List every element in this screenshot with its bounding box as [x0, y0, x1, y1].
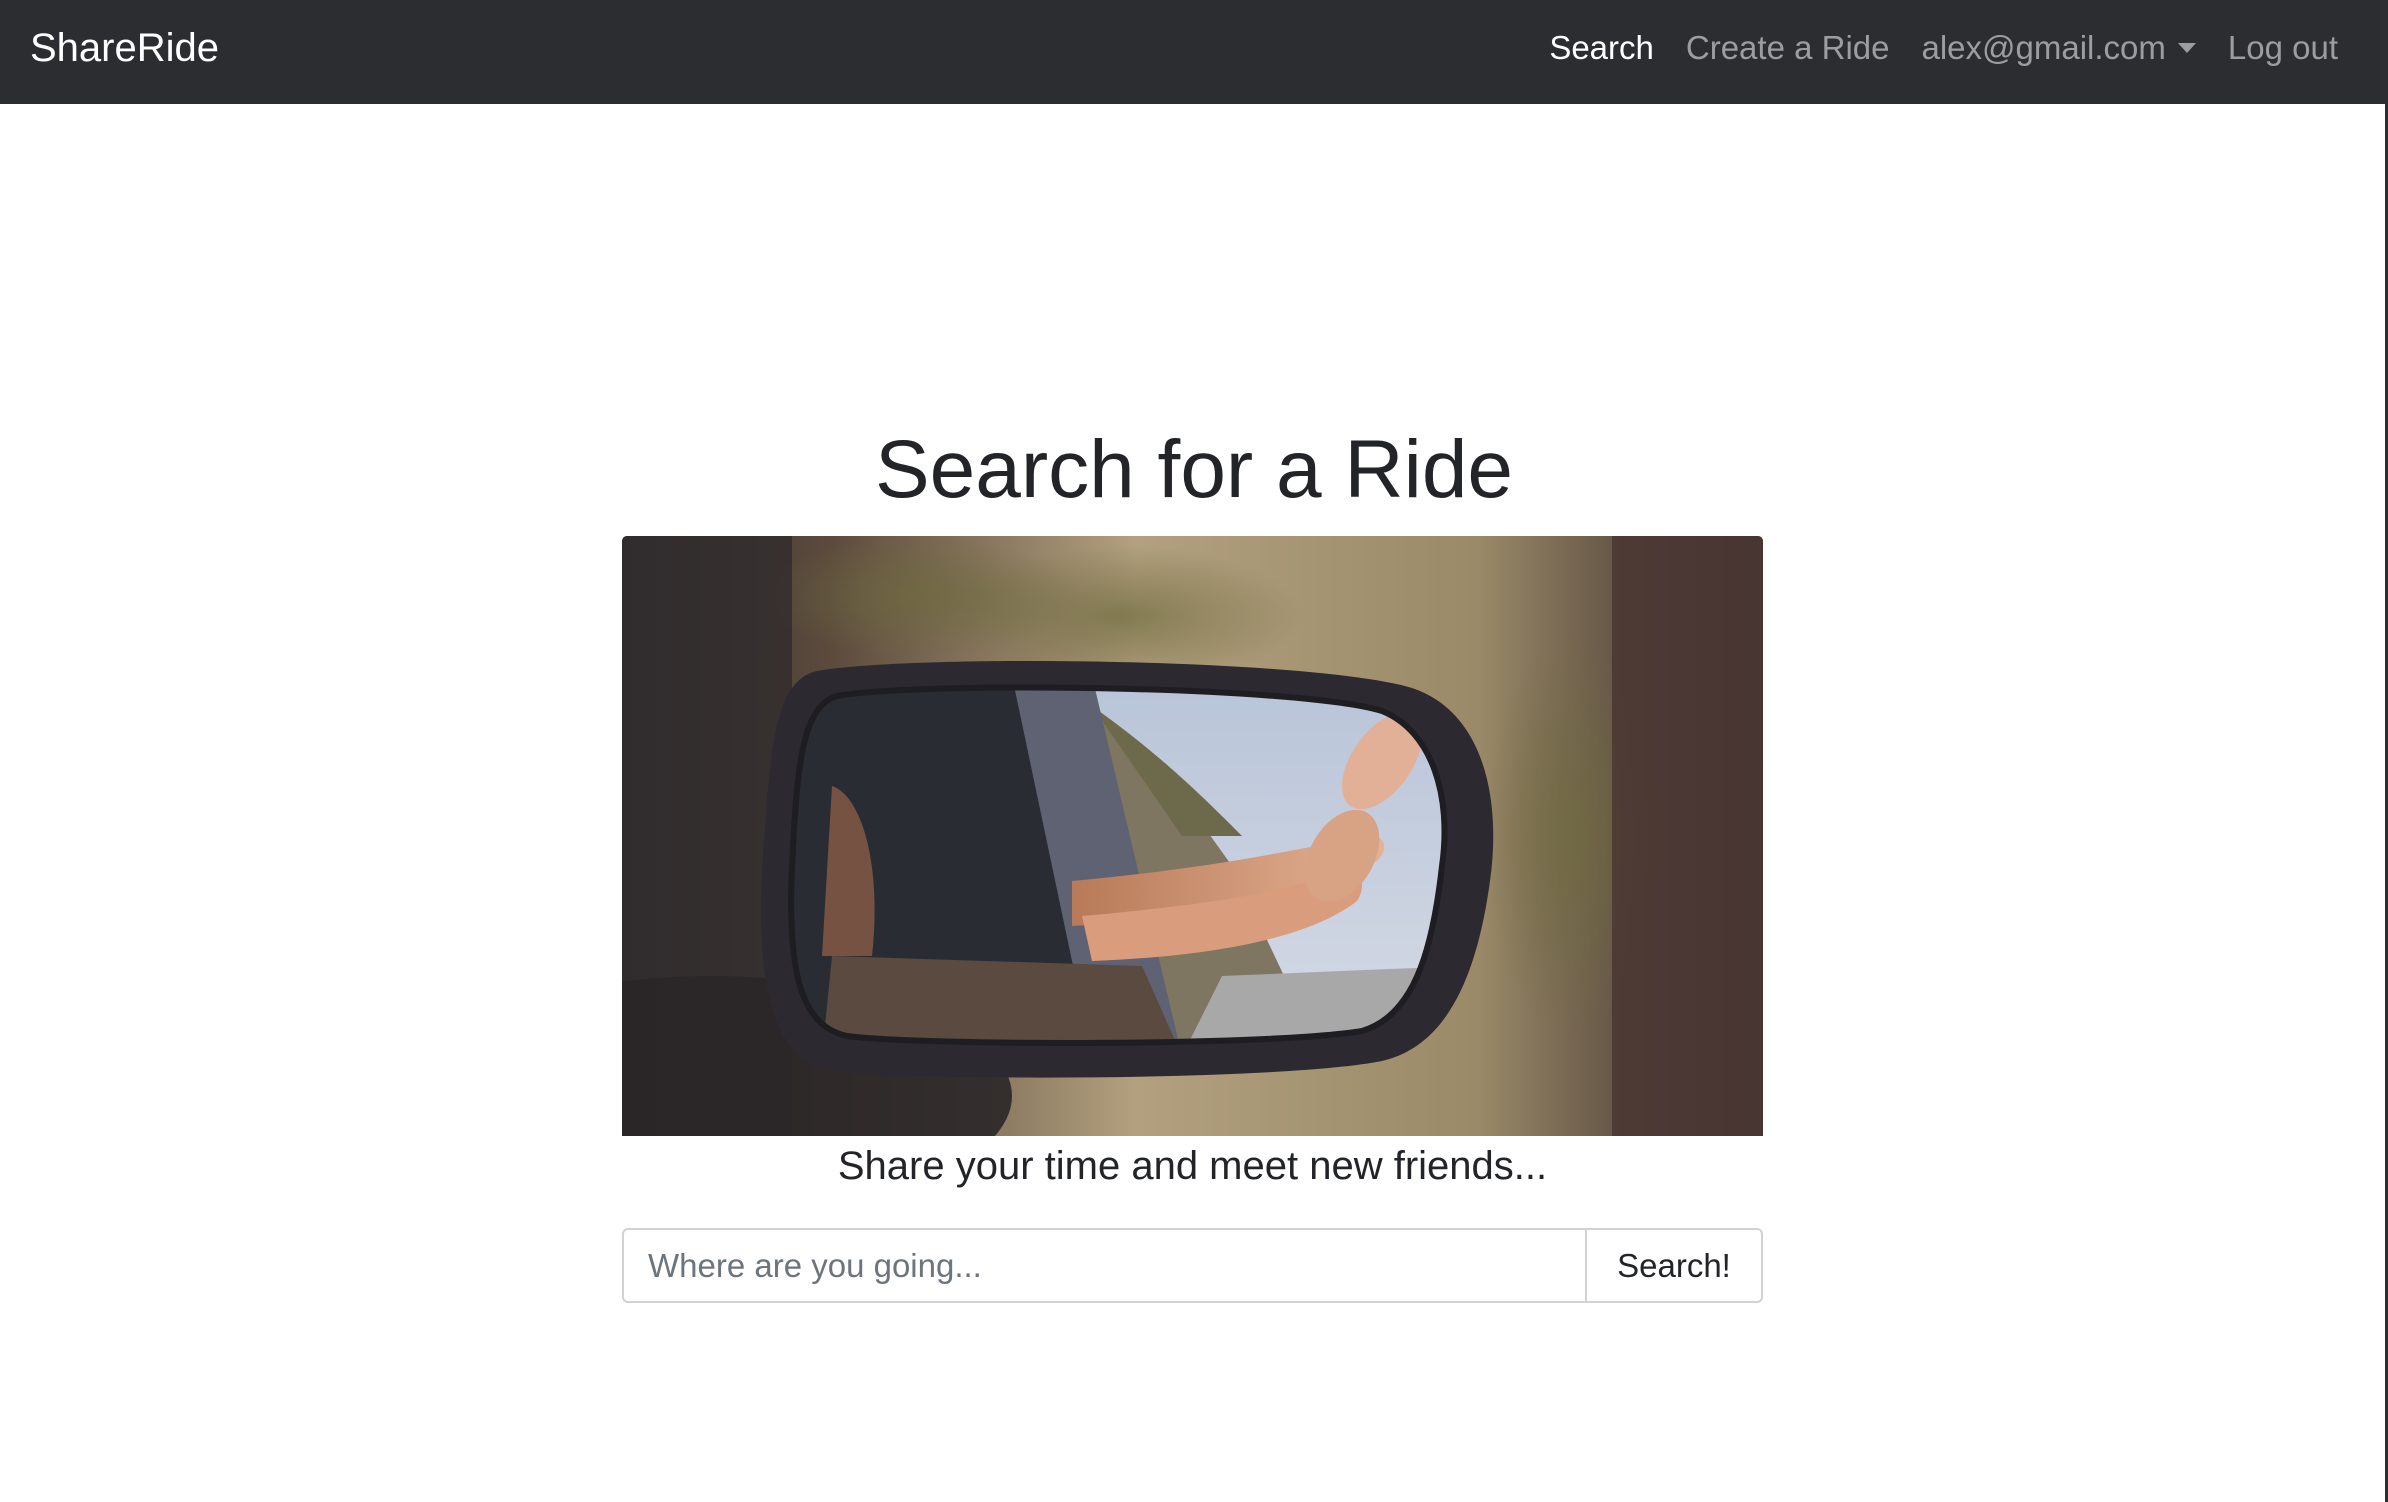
nav-logout-link[interactable]: Log out	[2228, 22, 2338, 74]
nav-search-link[interactable]: Search	[1549, 22, 1654, 74]
account-dropdown[interactable]: alex@gmail.com	[1921, 22, 2196, 74]
search-button[interactable]: Search!	[1585, 1228, 1763, 1303]
hero-image	[622, 536, 1763, 1136]
page-title: Search for a Ride	[874, 424, 1514, 515]
tagline: Share your time and meet new friends...	[837, 1144, 1548, 1188]
nav-create-ride-link[interactable]: Create a Ride	[1686, 22, 1890, 74]
top-navbar: ShareRide Search Create a Ride alex@gmai…	[0, 0, 2388, 104]
caret-down-icon	[2177, 43, 2196, 53]
account-email: alex@gmail.com	[1921, 29, 2166, 66]
nav-links: Search Create a Ride alex@gmail.com Log …	[1549, 22, 2338, 74]
brand-logo[interactable]: ShareRide	[30, 22, 219, 74]
destination-search-input[interactable]	[622, 1228, 1585, 1303]
search-form: Search!	[622, 1228, 1763, 1303]
